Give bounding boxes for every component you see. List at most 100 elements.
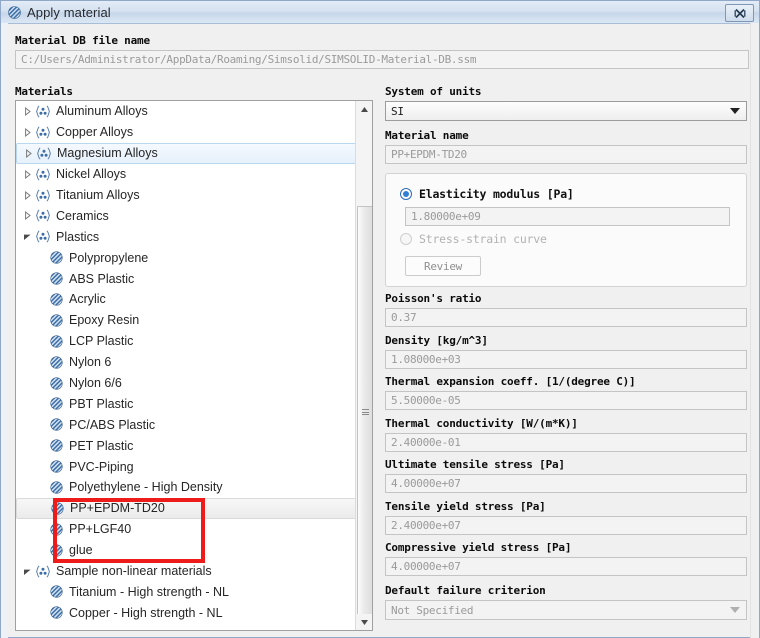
radio-selected-icon[interactable]: [400, 188, 412, 200]
tree-item-epoxy-resin[interactable]: Epoxy Resin: [16, 310, 356, 331]
property-input-5[interactable]: 2.40000e+07: [385, 516, 747, 535]
tree-item-label: Titanium - High strength - NL: [69, 585, 229, 599]
material-sphere-icon: [48, 313, 64, 327]
elasticity-modulus-radio-row[interactable]: Elasticity modulus [Pa]: [400, 187, 574, 201]
tree-item-titanium-alloys[interactable]: Titanium Alloys: [16, 185, 356, 206]
close-icon: [734, 8, 746, 19]
tree-item-copper-high-strength-nl[interactable]: Copper - High strength - NL: [16, 602, 356, 623]
property-input-0[interactable]: 0.37: [385, 308, 747, 327]
tree-item-label: Epoxy Resin: [69, 313, 139, 327]
tree-item-nylon-6-6[interactable]: Nylon 6/6: [16, 373, 356, 394]
property-input-3[interactable]: 2.40000e-01: [385, 433, 747, 452]
property-label-5: Tensile yield stress [Pa]: [385, 500, 546, 513]
scroll-down-button[interactable]: [356, 614, 372, 630]
tree-item-label: ABS Plastic: [69, 272, 134, 286]
tree-item-pp-lgf40[interactable]: PP+LGF40: [16, 519, 356, 540]
chevron-right-icon[interactable]: [20, 191, 35, 200]
tree-item-ceramics[interactable]: Ceramics: [16, 205, 356, 226]
system-of-units-value: SI: [391, 105, 404, 118]
material-sphere-icon: [48, 439, 64, 453]
scroll-up-button[interactable]: [356, 101, 372, 117]
tree-item-pc-abs-plastic[interactable]: PC/ABS Plastic: [16, 414, 356, 435]
material-group-icon: [35, 125, 51, 139]
tree-item-lcp-plastic[interactable]: LCP Plastic: [16, 331, 356, 352]
tree-item-label: LCP Plastic: [69, 334, 133, 348]
tree-item-sample-non-linear-materials[interactable]: Sample non-linear materials: [16, 561, 356, 582]
window-title: Apply material: [27, 5, 111, 20]
tree-item-acrylic[interactable]: Acrylic: [16, 289, 356, 310]
tree-item-polypropylene[interactable]: Polypropylene: [16, 247, 356, 268]
chevron-right-icon[interactable]: [21, 149, 36, 158]
default-failure-criterion-select[interactable]: Not Specified: [385, 600, 747, 620]
stress-strain-curve-radio-row[interactable]: Stress-strain curve: [400, 232, 547, 246]
chevron-up-icon: [360, 106, 369, 113]
property-input-4[interactable]: 4.00000e+07: [385, 474, 747, 493]
tree-item-label: Magnesium Alloys: [57, 146, 158, 160]
elasticity-modulus-label: Elasticity modulus [Pa]: [419, 187, 574, 201]
default-failure-criterion-value: Not Specified: [391, 604, 473, 617]
materials-tree-list: Aluminum AlloysCopper Alloys Magnesium Al…: [16, 101, 356, 623]
chevron-down-icon[interactable]: [20, 567, 35, 576]
material-group-icon: [35, 104, 51, 118]
tree-item-label: Acrylic: [69, 292, 106, 306]
property-input-1[interactable]: 1.08000e+03: [385, 350, 747, 369]
material-group-icon: [35, 564, 51, 578]
tree-scrollbar[interactable]: [355, 101, 372, 630]
chevron-down-icon: [730, 108, 740, 114]
chevron-down-icon[interactable]: [20, 232, 35, 241]
tree-scrollbar-thumb[interactable]: [357, 206, 373, 618]
elasticity-modulus-input[interactable]: 1.80000e+09: [405, 207, 730, 226]
material-sphere-icon: [48, 543, 64, 557]
material-sphere-icon: [48, 418, 64, 432]
tree-item-pvc-piping[interactable]: PVC-Piping: [16, 456, 356, 477]
property-label-2: Thermal expansion coeff. [1/(degree C)]: [385, 375, 635, 388]
material-sphere-icon: [49, 501, 65, 515]
radio-unselected-icon[interactable]: [400, 233, 412, 245]
close-button[interactable]: [725, 4, 754, 22]
review-button[interactable]: Review: [405, 256, 481, 276]
property-label-6: Compressive yield stress [Pa]: [385, 541, 571, 554]
tree-item-pet-plastic[interactable]: PET Plastic: [16, 435, 356, 456]
materials-tree[interactable]: Aluminum AlloysCopper Alloys Magnesium Al…: [15, 100, 373, 631]
title-bar: Apply material: [1, 1, 759, 24]
tree-item-abs-plastic[interactable]: ABS Plastic: [16, 268, 356, 289]
tree-item-nickel-alloys[interactable]: Nickel Alloys: [16, 164, 356, 185]
property-label-4: Ultimate tensile stress [Pa]: [385, 458, 565, 471]
material-sphere-icon: [48, 251, 64, 265]
tree-item-titanium-high-strength-nl[interactable]: Titanium - High strength - NL: [16, 581, 356, 602]
material-sphere-icon: [48, 376, 64, 390]
tree-item-label: Ceramics: [56, 209, 109, 223]
tree-item-plastics[interactable]: Plastics: [16, 226, 356, 247]
tree-item-nylon-6[interactable]: Nylon 6: [16, 352, 356, 373]
property-label-0: Poisson's ratio: [385, 292, 481, 305]
system-of-units-select[interactable]: SI: [385, 101, 747, 121]
tree-item-polyethylene-high-density[interactable]: Polyethylene - High Density: [16, 477, 356, 498]
tree-item-pp-epdm-td20[interactable]: PP+EPDM-TD20: [16, 498, 357, 519]
property-input-6[interactable]: 4.00000e+07: [385, 557, 747, 576]
material-sphere-icon: [48, 334, 64, 348]
tree-item-pbt-plastic[interactable]: PBT Plastic: [16, 393, 356, 414]
chevron-right-icon[interactable]: [20, 170, 35, 179]
tree-item-aluminum-alloys[interactable]: Aluminum Alloys: [16, 101, 356, 122]
db-file-input[interactable]: C:/Users/Administrator/AppData/Roaming/S…: [15, 50, 749, 69]
striped-sphere-icon: [8, 6, 21, 19]
material-name-input[interactable]: PP+EPDM-TD20: [385, 145, 747, 164]
tree-item-label: Polyethylene - High Density: [69, 480, 223, 494]
chevron-down-icon: [730, 607, 740, 613]
tree-item-glue[interactable]: glue: [16, 540, 356, 561]
tree-item-label: Titanium Alloys: [56, 188, 140, 202]
property-input-2[interactable]: 5.50000e-05: [385, 391, 747, 410]
property-label-3: Thermal conductivity [W/(m*K)]: [385, 417, 578, 430]
default-failure-criterion-label: Default failure criterion: [385, 584, 546, 597]
material-sphere-icon: [48, 522, 64, 536]
property-label-1: Density [kg/m^3]: [385, 334, 488, 347]
material-group-icon: [36, 146, 52, 160]
tree-item-magnesium-alloys[interactable]: Magnesium Alloys: [16, 143, 357, 164]
materials-label: Materials: [15, 85, 73, 98]
tree-item-copper-alloys[interactable]: Copper Alloys: [16, 122, 356, 143]
chevron-right-icon[interactable]: [20, 128, 35, 137]
tree-item-label: Nickel Alloys: [56, 167, 126, 181]
chevron-right-icon[interactable]: [20, 107, 35, 116]
elasticity-group: Elasticity modulus [Pa] 1.80000e+09 Stre…: [385, 173, 747, 287]
chevron-right-icon[interactable]: [20, 211, 35, 220]
